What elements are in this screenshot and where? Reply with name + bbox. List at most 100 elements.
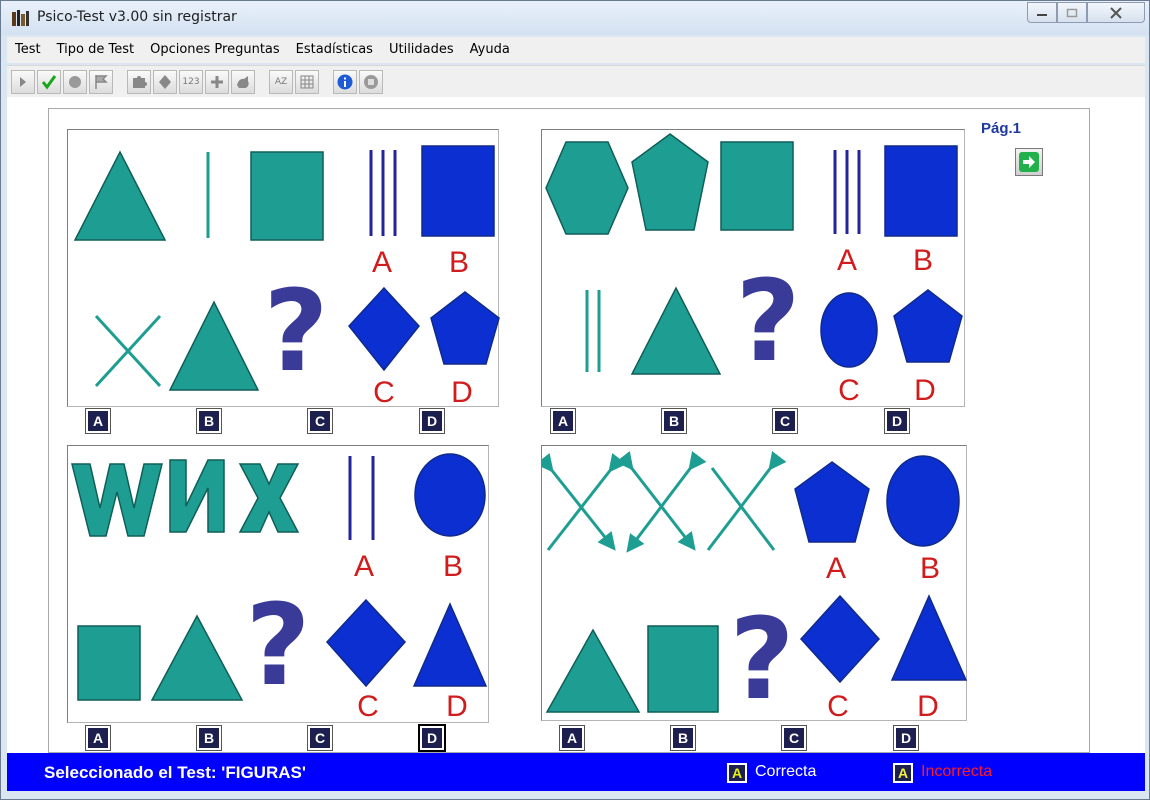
legend-incorrect-box: A [893, 763, 913, 783]
stop-icon [364, 75, 378, 89]
letter-w-shape [71, 463, 163, 537]
close-button[interactable] [1087, 2, 1145, 23]
triangle-shape [168, 300, 260, 391]
option-d-label: D [446, 690, 468, 723]
app-window: Psico-Test v3.00 sin registrar Test Tipo… [0, 0, 1150, 800]
animal-button[interactable] [231, 70, 255, 94]
svg-text:?: ? [264, 267, 329, 397]
flag-button[interactable] [89, 70, 113, 94]
page-indicator: Pág.1 [981, 120, 1022, 137]
answer-c-button[interactable]: C [307, 725, 333, 751]
app-logo-icon [11, 8, 31, 28]
plus-button[interactable] [205, 70, 229, 94]
question-2-panel: A B ? C D [541, 129, 965, 407]
answer-b-button[interactable]: B [661, 408, 687, 434]
legend-correct-box: A [727, 763, 747, 783]
square-shape [77, 625, 141, 701]
svg-text:?: ? [730, 595, 795, 722]
answer-b-button[interactable]: B [196, 408, 222, 434]
answer-d-button[interactable]: D [419, 408, 445, 434]
grid-button[interactable] [295, 70, 319, 94]
menu-tipo-de-test[interactable]: Tipo de Test [49, 37, 142, 63]
option-c-label: C [373, 376, 395, 408]
option-b-label: B [443, 550, 463, 583]
menu-test[interactable]: Test [7, 37, 49, 63]
question-4-panel: A B ? C D [541, 445, 968, 722]
answer-c-button[interactable]: C [772, 408, 798, 434]
blue-pentagon-shape [893, 289, 963, 363]
teal-hexagon-shape [545, 141, 629, 235]
triple-arrow-cross-shape [615, 451, 707, 553]
grid-icon [300, 75, 314, 89]
blue-ellipse-shape [414, 453, 486, 537]
minimize-button[interactable] [1027, 2, 1057, 23]
double-arrow-cross-shape [542, 453, 627, 551]
option-d-label: D [917, 690, 939, 722]
legend-incorrect-label: Incorrecta [921, 763, 993, 780]
numbers-icon: 123 [182, 77, 200, 87]
triangle-shape [545, 628, 641, 713]
close-icon [1110, 6, 1122, 19]
answer-a-button[interactable]: A [559, 725, 585, 751]
three-lines-shape [833, 150, 861, 234]
x-cross-shape [94, 314, 162, 388]
maximize-icon [1066, 8, 1078, 17]
single-arrow-cross-shape [706, 451, 787, 551]
option-d-label: D [451, 376, 473, 408]
circle-button[interactable] [63, 70, 87, 94]
menu-ayuda[interactable]: Ayuda [462, 37, 518, 63]
two-lines-shape [585, 290, 601, 372]
circle-icon [69, 76, 81, 88]
numbers-button[interactable]: 123 [179, 70, 203, 94]
letter-n-mirrored-shape [169, 459, 225, 533]
answer-d-button[interactable]: D [893, 725, 919, 751]
menu-bar: Test Tipo de Test Opciones Preguntas Est… [7, 37, 1145, 63]
answer-c-button[interactable]: C [307, 408, 333, 434]
play-button[interactable] [11, 70, 35, 94]
two-lines-shape [348, 456, 375, 540]
answer-d-button-selected[interactable]: D [418, 724, 446, 752]
puzzle-icon [133, 76, 147, 88]
menu-estadisticas[interactable]: Estadísticas [288, 37, 381, 63]
blue-pentagon-shape [430, 291, 500, 365]
menu-utilidades[interactable]: Utilidades [381, 37, 462, 63]
option-c-label: C [838, 374, 860, 407]
option-a-label: A [372, 246, 392, 279]
answer-c-button[interactable]: C [781, 725, 807, 751]
maximize-button[interactable] [1057, 2, 1087, 23]
blue-ellipse-shape [820, 292, 878, 368]
menu-opciones-preguntas[interactable]: Opciones Preguntas [142, 37, 288, 63]
stop-button[interactable] [359, 70, 383, 94]
question-mark-icon: ? [736, 257, 801, 387]
sort-icon: AZ [274, 77, 288, 87]
answer-a-button[interactable]: A [85, 408, 111, 434]
answer-d-button[interactable]: D [884, 408, 910, 434]
title-bar: Psico-Test v3.00 sin registrar [1, 1, 1149, 35]
triangle-shape [150, 614, 244, 701]
info-icon [337, 74, 353, 90]
answer-b-button[interactable]: B [196, 725, 222, 751]
blue-diamond-shape [348, 286, 420, 372]
answer-a-button[interactable]: A [550, 408, 576, 434]
puzzle-button[interactable] [127, 70, 151, 94]
triangle-shape [73, 150, 167, 241]
sort-button[interactable]: AZ [269, 70, 293, 94]
option-b-label: B [913, 244, 933, 277]
next-page-button[interactable] [1015, 148, 1043, 176]
blue-pentagon-shape [794, 461, 870, 543]
diamond-icon [159, 75, 171, 89]
minimize-icon [1037, 13, 1047, 16]
blue-diamond-shape [799, 594, 881, 684]
diamond-button[interactable] [153, 70, 177, 94]
check-button[interactable] [37, 70, 61, 94]
option-a-label: A [837, 244, 857, 277]
answer-a-button[interactable]: A [85, 725, 111, 751]
question-mark-icon: ? [246, 581, 311, 711]
option-a-label: A [354, 550, 374, 583]
info-button[interactable] [333, 70, 357, 94]
option-b-label: B [920, 552, 940, 585]
answer-b-button[interactable]: B [670, 725, 696, 751]
animal-icon [237, 76, 249, 88]
option-a-label: A [826, 552, 846, 585]
check-icon [41, 75, 57, 90]
